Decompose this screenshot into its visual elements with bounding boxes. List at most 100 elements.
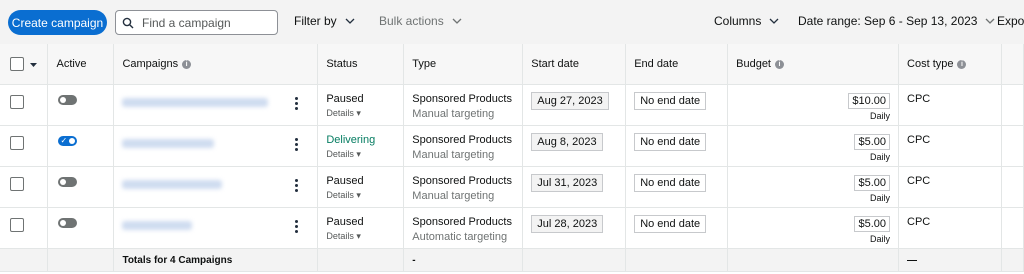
- budget-field[interactable]: $5.00: [854, 134, 891, 150]
- totals-type: -: [412, 255, 416, 266]
- cost-type: CPC: [907, 93, 931, 105]
- start-date-field[interactable]: Jul 31, 2023: [531, 174, 604, 192]
- targeting-type: Automatic targeting: [412, 231, 508, 243]
- header-end-date[interactable]: End date: [625, 44, 729, 85]
- campaign-name-redacted[interactable]: [122, 221, 193, 230]
- start-date-field[interactable]: Aug 8, 2023: [531, 133, 603, 151]
- search-box[interactable]: [115, 10, 278, 35]
- header-start-date[interactable]: Start date: [522, 44, 627, 85]
- targeting-type: Manual targeting: [412, 108, 495, 120]
- chevron-down-icon: [985, 18, 995, 24]
- table-row: Paused Details ▾ Sponsored Products Manu…: [0, 166, 1024, 208]
- select-all-checkbox[interactable]: [10, 57, 24, 71]
- more-options-icon[interactable]: [294, 179, 298, 192]
- campaign-name-redacted[interactable]: [122, 139, 215, 148]
- filter-by-label: Filter by: [294, 14, 337, 28]
- budget-period: Daily: [870, 193, 891, 203]
- more-options-icon[interactable]: [294, 138, 298, 151]
- end-date-field[interactable]: No end date: [634, 92, 707, 110]
- chevron-down-icon: [769, 18, 779, 24]
- header-budget[interactable]: Budget i: [727, 44, 900, 85]
- header-select: [0, 44, 49, 85]
- status-text: Paused: [326, 93, 364, 105]
- campaign-type: Sponsored Products: [412, 134, 512, 146]
- chevron-down-icon: [345, 18, 355, 24]
- filter-by-dropdown[interactable]: Filter by: [294, 14, 355, 28]
- info-icon[interactable]: i: [957, 59, 967, 69]
- status-text: Delivering: [326, 134, 376, 146]
- header-active[interactable]: Active: [47, 44, 115, 85]
- header-campaigns[interactable]: Campaigns i: [113, 44, 319, 85]
- row-checkbox[interactable]: [10, 95, 24, 109]
- budget-field[interactable]: $10.00: [848, 93, 891, 109]
- caret-down-icon: ▾: [356, 190, 361, 200]
- toolbar: Create campaign Filter by Bulk actions C…: [0, 0, 1024, 44]
- info-icon[interactable]: i: [182, 59, 192, 69]
- budget-period: Daily: [870, 152, 891, 162]
- campaign-type: Sponsored Products: [412, 175, 512, 187]
- search-icon: [116, 17, 140, 29]
- bulk-actions-dropdown[interactable]: Bulk actions: [379, 14, 462, 28]
- columns-dropdown[interactable]: Columns: [714, 14, 779, 28]
- status-text: Paused: [326, 216, 364, 228]
- start-date-field[interactable]: Aug 27, 2023: [531, 92, 609, 110]
- columns-label: Columns: [714, 14, 762, 28]
- details-dropdown[interactable]: Details ▾: [326, 108, 395, 119]
- start-date-field[interactable]: Jul 28, 2023: [531, 215, 604, 233]
- active-toggle[interactable]: [58, 95, 78, 105]
- end-date-field[interactable]: No end date: [634, 174, 707, 192]
- budget-field[interactable]: $5.00: [854, 175, 891, 191]
- totals-label: Totals for 4 Campaigns: [122, 255, 233, 266]
- header-type[interactable]: Type: [403, 44, 524, 85]
- active-toggle[interactable]: ✓: [58, 136, 78, 146]
- date-range-dropdown[interactable]: Date range: Sep 6 - Sep 13, 2023: [798, 14, 995, 28]
- cost-type: CPC: [907, 134, 931, 146]
- row-checkbox[interactable]: [10, 136, 24, 150]
- table-row: Paused Details ▾ Sponsored Products Manu…: [0, 84, 1024, 126]
- caret-down-icon: ▾: [356, 231, 361, 241]
- header-status[interactable]: Status: [317, 44, 405, 85]
- bulk-actions-label: Bulk actions: [379, 14, 444, 28]
- campaign-type: Sponsored Products: [412, 216, 512, 228]
- search-input[interactable]: [140, 14, 272, 31]
- targeting-type: Manual targeting: [412, 149, 495, 161]
- caret-down-icon: ▾: [356, 108, 361, 118]
- end-date-field[interactable]: No end date: [634, 215, 707, 233]
- create-campaign-button[interactable]: Create campaign: [8, 10, 107, 35]
- header-cost-type[interactable]: Cost type i: [898, 44, 1002, 85]
- caret-down-icon[interactable]: [30, 58, 37, 70]
- details-dropdown[interactable]: Details ▾: [326, 149, 395, 160]
- campaign-name-redacted[interactable]: [122, 180, 223, 189]
- end-date-field[interactable]: No end date: [634, 133, 707, 151]
- row-checkbox[interactable]: [10, 177, 24, 191]
- chevron-down-icon: [452, 18, 462, 24]
- cost-type: CPC: [907, 216, 931, 228]
- campaigns-table: Active Campaigns i Status Type Start date…: [0, 44, 1024, 274]
- details-dropdown[interactable]: Details ▾: [326, 231, 395, 242]
- date-range-label: Date range: Sep 6 - Sep 13, 2023: [798, 14, 978, 28]
- targeting-type: Manual targeting: [412, 190, 495, 202]
- caret-down-icon: ▾: [356, 149, 361, 159]
- table-row: ✓ Delivering Details ▾ Sponsored Product…: [0, 125, 1024, 167]
- header-overflow: [1001, 44, 1024, 85]
- info-icon[interactable]: i: [775, 59, 784, 69]
- export-button[interactable]: Expor: [997, 14, 1024, 28]
- check-icon: ✓: [60, 136, 68, 145]
- more-options-icon[interactable]: [294, 97, 298, 110]
- status-text: Paused: [326, 175, 364, 187]
- budget-period: Daily: [870, 234, 891, 244]
- row-checkbox[interactable]: [10, 218, 24, 232]
- details-dropdown[interactable]: Details ▾: [326, 190, 395, 201]
- more-options-icon[interactable]: [294, 220, 298, 233]
- active-toggle[interactable]: [58, 177, 78, 187]
- budget-period: Daily: [870, 111, 891, 121]
- totals-cost-type: —: [907, 255, 918, 266]
- active-toggle[interactable]: [58, 218, 78, 228]
- table-row: Paused Details ▾ Sponsored Products Auto…: [0, 207, 1024, 249]
- cost-type: CPC: [907, 175, 931, 187]
- campaign-type: Sponsored Products: [412, 93, 512, 105]
- campaign-name-redacted[interactable]: [122, 98, 269, 107]
- budget-field[interactable]: $5.00: [854, 216, 891, 232]
- export-label: Expor: [997, 14, 1024, 28]
- totals-row: Totals for 4 Campaigns - —: [0, 248, 1024, 272]
